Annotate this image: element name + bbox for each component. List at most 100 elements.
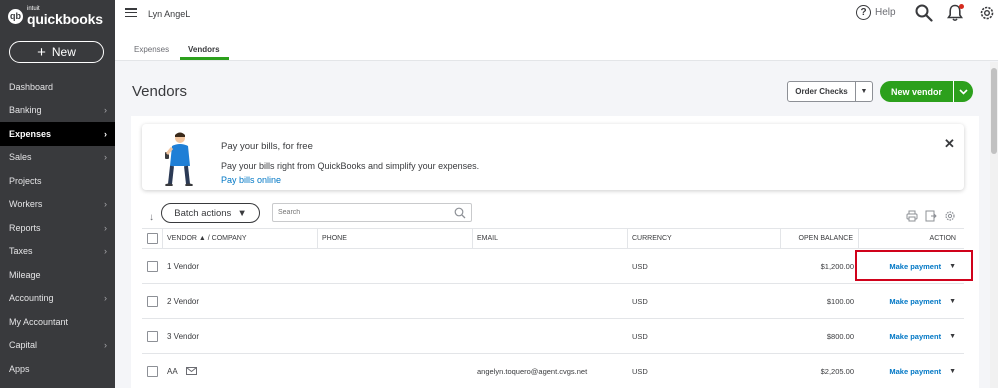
gear-icon[interactable]	[978, 4, 996, 25]
search-input[interactable]	[278, 209, 454, 216]
vendor-name[interactable]: 1 Vendor	[163, 249, 318, 283]
notifications-bell-icon[interactable]	[946, 4, 964, 25]
chevron-right-icon: ›	[104, 152, 107, 163]
vendor-open-balance: $2,205.00	[820, 366, 854, 376]
caret-down-icon[interactable]: ▼	[949, 333, 956, 340]
scrollbar-thumb[interactable]	[991, 68, 997, 154]
close-icon[interactable]: ✕	[944, 136, 955, 152]
sidebar-item-sales[interactable]: Sales ›	[0, 146, 115, 170]
vendors-card: Pay your bills, for free Pay your bills …	[131, 116, 979, 388]
chevron-right-icon: ›	[104, 222, 107, 233]
email-envelope-icon[interactable]	[185, 367, 197, 375]
caret-down-icon: ▼	[237, 207, 247, 219]
help-icon: ?	[856, 5, 871, 20]
sidebar-item-label: Sales	[9, 152, 32, 163]
sidebar-item-reports[interactable]: Reports ›	[0, 216, 115, 240]
company-name: Lyn AngeL	[148, 9, 191, 19]
help-button[interactable]: ? Help	[856, 5, 896, 20]
sidebar-item-accounting[interactable]: Accounting ›	[0, 287, 115, 311]
sidebar-item-my-accountant[interactable]: My Accountant	[0, 310, 115, 334]
make-payment-action[interactable]: Make payment ▼	[889, 367, 956, 376]
caret-down-icon[interactable]: ▼	[949, 368, 956, 375]
caret-down-icon[interactable]: ▼	[949, 298, 956, 305]
table-row[interactable]: 2 Vendor USD $100.00 Make payment ▼	[142, 284, 964, 319]
highlight-box	[855, 250, 973, 281]
chevron-down-icon[interactable]: ▼	[855, 82, 872, 101]
row-checkbox[interactable]	[147, 260, 158, 272]
new-vendor-label: New vendor	[890, 86, 942, 97]
sidebar-item-workers[interactable]: Workers ›	[0, 193, 115, 217]
sidebar-item-taxes[interactable]: Taxes ›	[0, 240, 115, 264]
chevron-right-icon: ›	[104, 199, 107, 210]
table-row[interactable]: 3 Vendor USD $800.00 Make payment ▼	[142, 319, 964, 354]
page-title: Vendors	[132, 83, 188, 100]
pay-bills-promo: Pay your bills, for free Pay your bills …	[142, 124, 964, 190]
sidebar-item-dashboard[interactable]: Dashboard	[0, 75, 115, 99]
sidebar-item-expenses[interactable]: Expenses ›	[0, 122, 115, 146]
plus-icon: +	[37, 43, 46, 61]
chevron-right-icon: ›	[104, 246, 107, 257]
settings-gear-icon[interactable]	[944, 210, 956, 222]
make-payment-label[interactable]: Make payment	[889, 297, 941, 306]
notification-dot	[959, 4, 964, 9]
select-all-checkbox[interactable]	[146, 233, 158, 244]
make-payment-action[interactable]: Make payment ▼	[889, 297, 956, 306]
tab-vendors[interactable]: Vendors	[188, 45, 220, 54]
export-icon[interactable]	[925, 210, 937, 222]
promo-text: Pay your bills right from QuickBooks and…	[221, 161, 480, 171]
sidebar-item-capital[interactable]: Capital ›	[0, 334, 115, 358]
search-icon[interactable]	[915, 4, 933, 25]
order-checks-button[interactable]: Order Checks ▼	[787, 81, 873, 102]
page-scrollbar[interactable]	[990, 62, 998, 388]
vendor-name[interactable]: 3 Vendor	[163, 319, 318, 353]
vendor-phone	[318, 284, 473, 318]
column-header-open-balance[interactable]: OPEN BALANCE	[781, 229, 859, 248]
sidebar-item-label: Taxes	[9, 246, 33, 257]
vendor-open-balance: $100.00	[826, 296, 854, 306]
table-row[interactable]: AA angelyn.toquero@agent.cvgs.net USD $2…	[142, 354, 964, 388]
logo-name-text: quickbooks	[27, 11, 103, 27]
sidebar-item-mileage[interactable]: Mileage	[0, 263, 115, 287]
person-with-phone-illustration	[165, 132, 193, 186]
batch-actions-button[interactable]: Batch actions ▼	[161, 203, 260, 223]
vendor-name-cell: AA	[163, 354, 318, 388]
make-payment-action[interactable]: Make payment ▼	[889, 332, 956, 341]
vendor-phone	[318, 249, 473, 283]
vendor-email	[473, 249, 628, 283]
vendor-email	[473, 284, 628, 318]
sidebar-item-projects[interactable]: Projects	[0, 169, 115, 193]
new-button-label: New	[51, 45, 76, 59]
new-button[interactable]: + New	[9, 41, 104, 63]
sort-arrow-icon[interactable]: ↓	[149, 212, 154, 223]
top-header: Lyn AngeL ? Help	[115, 0, 998, 30]
tab-expenses[interactable]: Expenses	[134, 45, 169, 54]
column-header-phone: PHONE	[318, 229, 473, 248]
make-payment-label[interactable]: Make payment	[889, 367, 941, 376]
chevron-right-icon: ›	[104, 293, 107, 304]
vendor-email	[473, 319, 628, 353]
row-checkbox[interactable]	[147, 295, 158, 307]
sidebar-item-label: Mileage	[9, 269, 41, 280]
sidebar-item-label: Dashboard	[9, 81, 54, 92]
pay-bills-online-link[interactable]: Pay bills online	[221, 175, 281, 185]
vendor-currency: USD	[632, 366, 648, 376]
sidebar-item-apps[interactable]: Apps	[0, 357, 115, 381]
make-payment-label[interactable]: Make payment	[889, 332, 941, 341]
row-checkbox[interactable]	[147, 365, 158, 377]
table-row[interactable]: 1 Vendor USD $1,200.00 Make payment ▼	[142, 249, 964, 284]
new-vendor-button[interactable]: New vendor	[880, 81, 973, 102]
sidebar-item-banking[interactable]: Banking ›	[0, 99, 115, 123]
sidebar-nav: Dashboard Banking › Expenses › Sales › Proj…	[0, 75, 115, 381]
row-checkbox[interactable]	[147, 330, 158, 342]
vendor-search-box[interactable]	[272, 203, 472, 222]
column-header-vendor[interactable]: VENDOR ▲ / COMPANY	[163, 229, 318, 248]
chevron-down-icon[interactable]	[953, 81, 973, 102]
quickbooks-logo[interactable]: qb intuit quickbooks	[8, 6, 103, 26]
table-header: VENDOR ▲ / COMPANY PHONE EMAIL CURRENCY …	[142, 228, 964, 249]
print-icon[interactable]	[906, 210, 918, 222]
search-icon[interactable]	[454, 207, 466, 219]
vendor-name[interactable]: AA	[167, 367, 178, 376]
hamburger-menu-icon[interactable]	[125, 8, 137, 17]
vendor-name[interactable]: 2 Vendor	[163, 284, 318, 318]
column-header-action: ACTION	[929, 235, 956, 242]
